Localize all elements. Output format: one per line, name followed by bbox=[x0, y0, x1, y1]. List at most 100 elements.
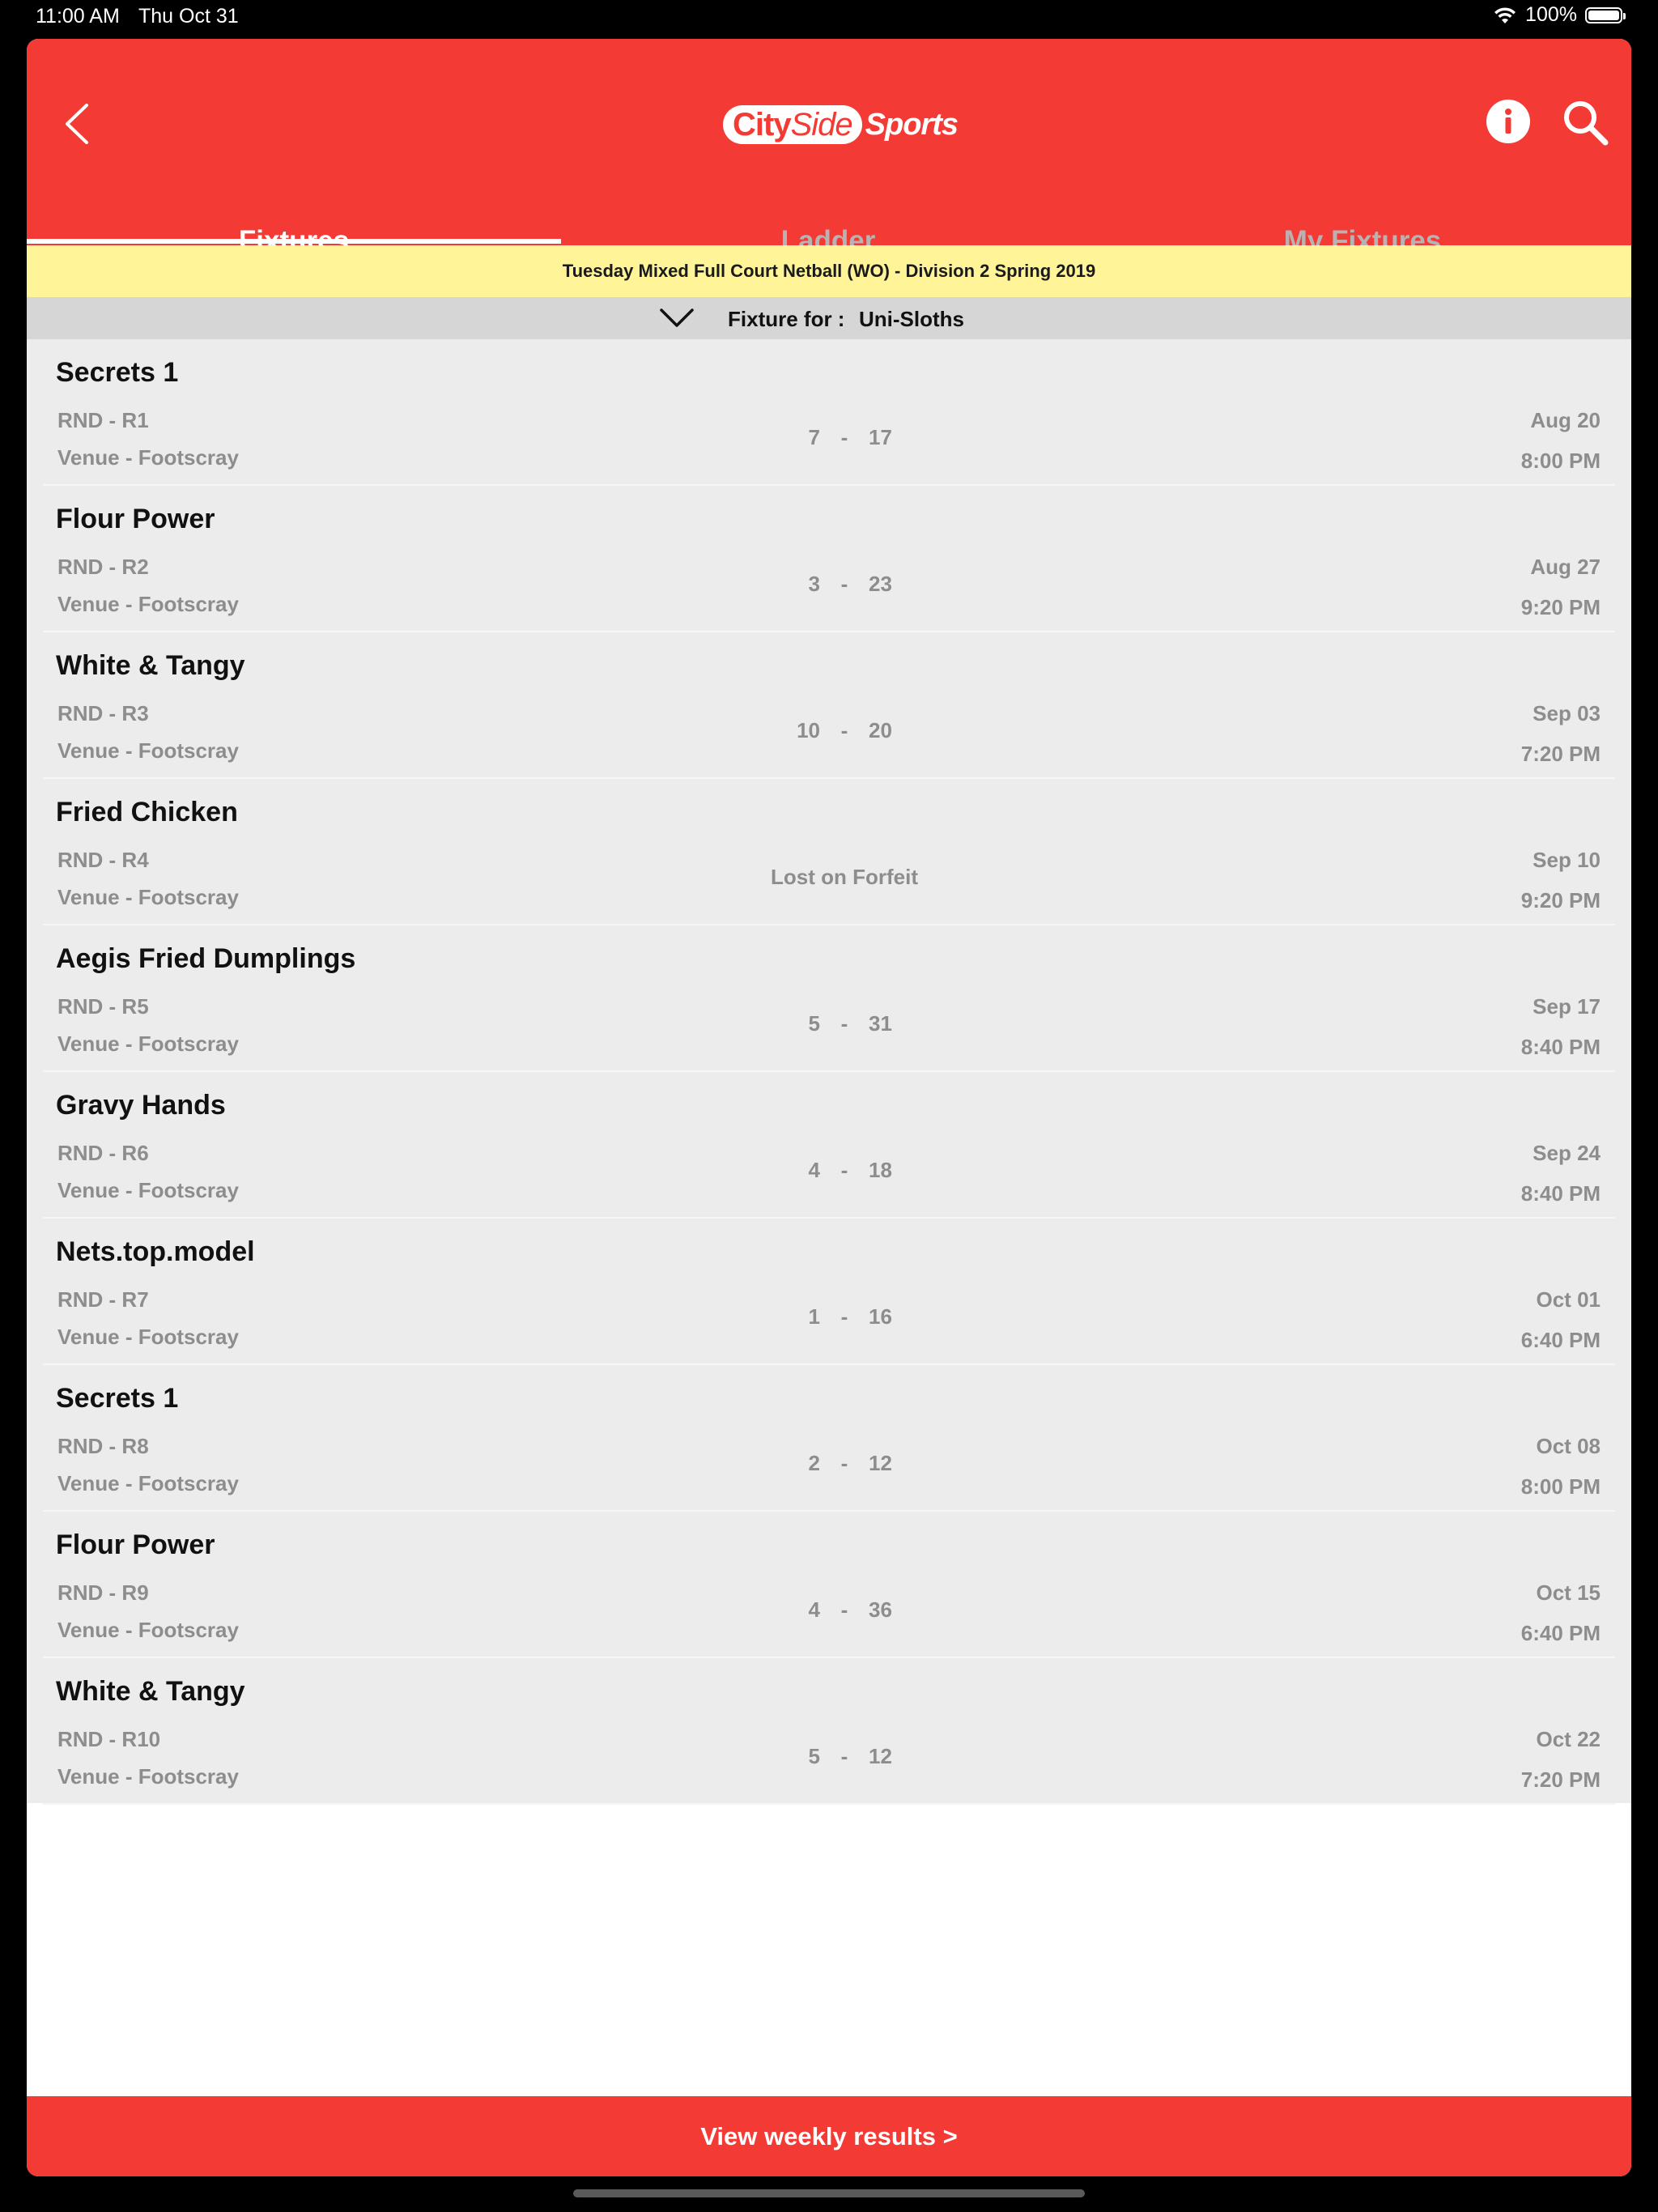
cityside-sports-logo: City Side Sports bbox=[723, 102, 959, 147]
chevron-down-icon[interactable] bbox=[658, 304, 695, 333]
app-window: CitySide Sports Fixtures Ladder bbox=[27, 39, 1631, 2176]
fixture-opponent: Aegis Fried Dumplings bbox=[56, 943, 356, 974]
info-icon bbox=[1486, 100, 1530, 143]
fixture-row[interactable]: Aegis Fried Dumplings RND - R5 Venue - Foo… bbox=[27, 925, 1631, 1072]
battery-icon bbox=[1585, 6, 1626, 23]
fixture-score: Lost on Forfeit bbox=[771, 865, 918, 889]
fixture-row[interactable]: White & Tangy RND - R3 Venue - Footscray 10… bbox=[27, 632, 1631, 779]
fixture-row[interactable]: Flour Power RND - R9 Venue - Footscray 4-36… bbox=[27, 1512, 1631, 1658]
fixture-venue: Venue - Footscray bbox=[57, 1032, 239, 1056]
fixture-venue: Venue - Footscray bbox=[57, 445, 239, 470]
fixture-time: 8:40 PM bbox=[1520, 1181, 1601, 1206]
fixture-venue: Venue - Footscray bbox=[57, 1618, 239, 1642]
score-home: 4 bbox=[808, 1158, 820, 1182]
tab-my-fixtures[interactable]: My Fixtures bbox=[1095, 193, 1630, 257]
score-away: 36 bbox=[869, 1597, 892, 1622]
fixture-venue: Venue - Footscray bbox=[57, 592, 239, 616]
status-date: Thu Oct 31 bbox=[138, 5, 239, 28]
fixture-opponent: Gravy Hands bbox=[56, 1090, 226, 1121]
logo-pill: City Side bbox=[723, 105, 862, 144]
fixture-opponent: Secrets 1 bbox=[56, 357, 179, 388]
fixture-row[interactable]: Secrets 1 RND - R1 Venue - Footscray 7-17 Au… bbox=[27, 339, 1631, 486]
fixture-round: RND - R8 bbox=[57, 1434, 149, 1458]
score-home: 10 bbox=[797, 718, 820, 742]
score-separator: - bbox=[840, 1304, 848, 1329]
fixture-opponent: Flour Power bbox=[56, 1529, 215, 1560]
info-button[interactable] bbox=[1486, 99, 1531, 144]
fixture-date: Aug 27 bbox=[1530, 555, 1601, 579]
fixture-time: 7:20 PM bbox=[1520, 1767, 1601, 1792]
score-home: 5 bbox=[808, 1744, 820, 1768]
score-away: 17 bbox=[869, 425, 892, 449]
app-header: CitySide Sports Fixtures Ladder bbox=[27, 39, 1631, 257]
fixture-time: 8:40 PM bbox=[1520, 1035, 1601, 1059]
fixture-round: RND - R2 bbox=[57, 555, 149, 579]
back-button[interactable] bbox=[54, 96, 103, 152]
fixture-time: 6:40 PM bbox=[1520, 1621, 1601, 1645]
score-home: 5 bbox=[808, 1011, 820, 1036]
fixture-opponent: Secrets 1 bbox=[56, 1383, 179, 1414]
fixture-list: Secrets 1 RND - R1 Venue - Footscray 7-17 Au… bbox=[27, 339, 1631, 1805]
fixture-row[interactable]: Fried Chicken RND - R4 Venue - Footscray Lo… bbox=[27, 779, 1631, 925]
fixture-date: Oct 15 bbox=[1536, 1580, 1601, 1605]
fixture-opponent: Fried Chicken bbox=[56, 797, 238, 827]
fixture-round: RND - R7 bbox=[57, 1287, 149, 1312]
score-away: 16 bbox=[869, 1304, 892, 1329]
logo-city-text: City bbox=[733, 106, 792, 143]
fixture-venue: Venue - Footscray bbox=[57, 885, 239, 909]
fixture-date: Oct 01 bbox=[1536, 1287, 1601, 1312]
selected-team: Uni-Sloths bbox=[859, 307, 964, 331]
fixture-row[interactable]: Secrets 1 RND - R8 Venue - Footscray 2-12 Oc… bbox=[27, 1365, 1631, 1512]
status-bar: 11:00 AM Thu Oct 31 100% bbox=[0, 0, 1658, 39]
home-indicator bbox=[573, 2189, 1085, 2197]
fixture-score: 2-12 bbox=[715, 1451, 974, 1476]
fixture-round: RND - R4 bbox=[57, 848, 149, 872]
fixture-row[interactable]: White & Tangy RND - R10 Venue - Footscray 5… bbox=[27, 1658, 1631, 1805]
fixture-row[interactable]: Gravy Hands RND - R6 Venue - Footscray 4-18… bbox=[27, 1072, 1631, 1219]
fixture-score: 4-18 bbox=[715, 1158, 974, 1183]
search-button[interactable] bbox=[1560, 97, 1610, 147]
fixture-score: 4-36 bbox=[715, 1597, 974, 1623]
fixture-date: Aug 20 bbox=[1530, 408, 1601, 432]
score-separator: - bbox=[840, 1451, 848, 1475]
score-away: 12 bbox=[869, 1744, 892, 1768]
fixture-opponent: White & Tangy bbox=[56, 1676, 245, 1707]
fixture-score: 5-12 bbox=[715, 1744, 974, 1769]
fixture-score: 1-16 bbox=[715, 1304, 974, 1329]
fixture-date: Oct 08 bbox=[1536, 1434, 1601, 1458]
fixture-score: 3-23 bbox=[715, 572, 974, 597]
score-home: 3 bbox=[808, 572, 820, 596]
fixture-row[interactable]: Nets.top.model RND - R7 Venue - Footscray 1… bbox=[27, 1219, 1631, 1365]
fixture-date: Sep 17 bbox=[1533, 994, 1601, 1019]
fixture-score: 5-31 bbox=[715, 1011, 974, 1036]
fixture-venue: Venue - Footscray bbox=[57, 1178, 239, 1202]
fixture-time: 6:40 PM bbox=[1520, 1328, 1601, 1352]
score-separator: - bbox=[840, 718, 848, 742]
fixture-date: Sep 03 bbox=[1533, 701, 1601, 725]
fixture-round: RND - R5 bbox=[57, 994, 149, 1019]
fixture-time: 9:20 PM bbox=[1520, 595, 1601, 619]
fixture-time: 9:20 PM bbox=[1520, 888, 1601, 912]
fixture-round: RND - R9 bbox=[57, 1580, 149, 1605]
fixture-score: 7-17 bbox=[715, 425, 974, 450]
fixture-for-label: Fixture for : bbox=[728, 307, 845, 331]
score-separator: - bbox=[840, 1597, 848, 1622]
row-divider bbox=[43, 1803, 1615, 1805]
tab-ladder[interactable]: Ladder bbox=[561, 193, 1095, 257]
score-home: 2 bbox=[808, 1451, 820, 1475]
score-home: 7 bbox=[808, 425, 820, 449]
score-away: 20 bbox=[869, 718, 892, 742]
score-away: 31 bbox=[869, 1011, 892, 1036]
tab-fixtures[interactable]: Fixtures bbox=[27, 193, 561, 257]
fixture-row[interactable]: Flour Power RND - R2 Venue - Footscray 3-23… bbox=[27, 486, 1631, 632]
team-selector[interactable]: Fixture for : Uni-Sloths bbox=[27, 297, 1631, 339]
score-home: 1 bbox=[808, 1304, 820, 1329]
fixture-round: RND - R1 bbox=[57, 408, 149, 432]
fixture-date: Oct 22 bbox=[1536, 1727, 1601, 1751]
view-weekly-results-button[interactable]: View weekly results > bbox=[27, 2096, 1631, 2176]
fixture-opponent: White & Tangy bbox=[56, 650, 245, 681]
search-icon bbox=[1564, 101, 1609, 146]
score-separator: - bbox=[840, 1011, 848, 1036]
fixture-date: Sep 10 bbox=[1533, 848, 1601, 872]
active-tab-indicator bbox=[27, 239, 561, 244]
